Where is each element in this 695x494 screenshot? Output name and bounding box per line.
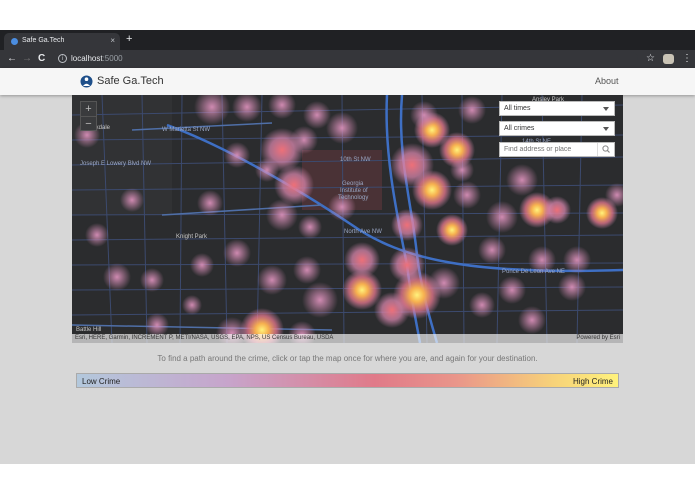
about-link[interactable]: About <box>595 76 619 86</box>
time-filter-value: All times <box>504 105 531 112</box>
url-host: localhost <box>71 54 103 63</box>
label-battle: Battle Hill <box>76 327 101 333</box>
search-icon <box>602 145 610 153</box>
label-technology: Technology <box>338 195 368 201</box>
tab-title: Safe Ga.Tech <box>22 37 65 44</box>
powered-by-esri[interactable]: Powered by Esri <box>576 335 620 341</box>
chevron-down-icon <box>603 127 609 131</box>
map-attribution: Esri, HERE, Garmin, INCREMENT P, METI/NA… <box>72 334 623 343</box>
crime-legend: Low Crime High Crime <box>76 373 619 388</box>
attribution-text: Esri, HERE, Garmin, INCREMENT P, METI/NA… <box>75 335 334 341</box>
browser-tab-bar: Safe Ga.Tech × <box>0 30 695 50</box>
forward-icon[interactable]: → <box>22 53 32 64</box>
bookmark-star-icon[interactable]: ☆ <box>646 53 655 64</box>
zoom-in-button[interactable]: + <box>81 102 96 117</box>
crime-heat-map[interactable]: W Marietta St NW 10th St NW Georgia Inst… <box>72 95 623 343</box>
page-body: Safe Ga.Tech About W Marietta St NW 10th… <box>0 68 695 464</box>
address-bar[interactable]: i localhost:5000 <box>52 52 638 66</box>
site-info-icon[interactable]: i <box>58 54 67 63</box>
place-search <box>499 142 615 157</box>
browser-menu-icon[interactable]: ⋮ <box>682 53 692 64</box>
crime-filter-value: All crimes <box>504 125 535 132</box>
zoom-control: + − <box>80 101 97 131</box>
legend-low-label: Low Crime <box>82 377 121 386</box>
screen-bottom-margin <box>0 464 695 494</box>
browser-tab[interactable]: Safe Ga.Tech × <box>4 33 120 50</box>
screen-top-margin <box>0 0 695 30</box>
legend-high-label: High Crime <box>572 377 613 386</box>
label-north-ave: North Ave NW <box>344 229 382 235</box>
browser-toolbar: ← → C i localhost:5000 ☆ ⋮ <box>0 50 695 68</box>
label-institute: Institute of <box>340 188 368 194</box>
reload-icon[interactable]: C <box>38 53 45 64</box>
new-tab-icon[interactable]: + <box>126 33 132 45</box>
instructions-text: To find a path around the crime, click o… <box>157 354 538 363</box>
zoom-out-button[interactable]: − <box>81 117 96 132</box>
label-georgia: Georgia <box>342 181 364 187</box>
url-text: localhost:5000 <box>71 54 123 63</box>
brand-name[interactable]: Safe Ga.Tech <box>97 75 164 87</box>
label-marietta: W Marietta St NW <box>162 127 210 133</box>
site-header: Safe Ga.Tech About <box>0 68 695 95</box>
search-input[interactable] <box>500 143 598 156</box>
extension-icon[interactable] <box>663 54 674 64</box>
label-knight-park: Knight Park <box>176 234 208 240</box>
time-filter-select[interactable]: All times <box>499 101 615 116</box>
search-button[interactable] <box>597 143 614 156</box>
url-port: :5000 <box>102 54 123 63</box>
back-icon[interactable]: ← <box>7 53 17 64</box>
chevron-down-icon <box>603 107 609 111</box>
tab-close-icon[interactable]: × <box>110 36 115 45</box>
crime-filter-select[interactable]: All crimes <box>499 121 615 136</box>
label-tenth: 10th St NW <box>340 157 371 163</box>
label-ponce: Ponce De Leon Ave NE <box>502 269 565 275</box>
label-lowery: Joseph E Lowery Blvd NW <box>80 161 151 167</box>
shield-logo-icon <box>80 75 93 88</box>
tab-favicon-icon <box>11 38 18 45</box>
